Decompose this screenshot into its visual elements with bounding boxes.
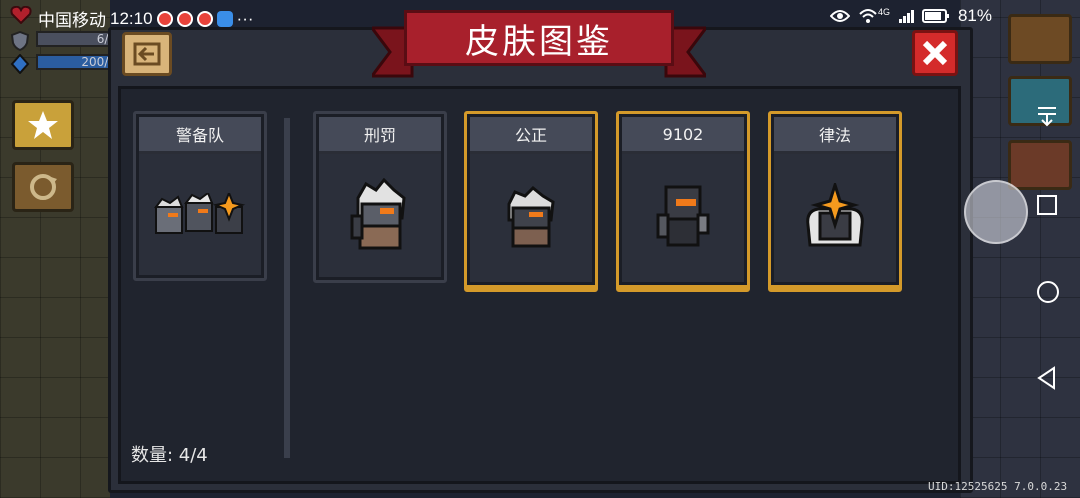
weibo-icon (156, 10, 173, 27)
group-characters-sprite (154, 192, 246, 234)
weibo-icon (196, 10, 213, 27)
skin-gongzheng-sprite (507, 186, 555, 248)
status-bar: 中国移动 12:10 ··· 4G 81% (0, 0, 1080, 32)
back-icon (133, 42, 161, 66)
skin-card-label: 律法 (774, 117, 896, 154)
clock: 12:10 (110, 8, 153, 28)
skin-card-label: 9102 (622, 117, 744, 154)
signal-icon (898, 10, 914, 23)
nav-download-icon[interactable] (1036, 105, 1058, 127)
skin-9102-sprite (656, 185, 710, 247)
skin-card-label: 公正 (470, 117, 592, 154)
skin-group-preview (139, 154, 261, 275)
shield-icon (10, 31, 30, 51)
skin-card-preview (774, 154, 896, 282)
game-background-left (0, 0, 110, 498)
carrier-label: 中国移动 (38, 11, 106, 30)
nav-circle-icon[interactable] (1036, 280, 1060, 304)
more-notifications: ··· (236, 8, 254, 28)
skin-card-preview (622, 154, 744, 282)
nav-square-icon[interactable] (1036, 194, 1058, 216)
energy-icon (10, 54, 30, 74)
nav-triangle-icon[interactable] (1036, 366, 1058, 390)
back-button[interactable] (122, 32, 172, 76)
skin-card-label: 刑罚 (319, 117, 441, 154)
skin-lvfa-sprite (806, 183, 864, 247)
eye-icon (829, 10, 850, 22)
column-divider (284, 118, 290, 458)
skin-card-preview (319, 154, 441, 277)
collection-count: 数量: 4/4 (131, 445, 208, 466)
battery-icon (921, 9, 949, 23)
security-icon (216, 10, 233, 27)
swap-weapon-button[interactable] (12, 162, 74, 212)
star-icon (28, 111, 58, 139)
skin-card-xingfa[interactable]: 刑罚 (313, 111, 447, 283)
skin-group-label: 警备队 (139, 117, 261, 154)
wifi-icon (859, 9, 877, 23)
skin-xingfa-sprite (350, 177, 406, 249)
skin-card-preview (470, 154, 592, 282)
navigation-bar (1018, 0, 1080, 498)
skin-card-lvfa[interactable]: 律法 (768, 111, 902, 292)
skin-group-card[interactable]: 警备队 (133, 111, 267, 281)
swap-icon (30, 174, 57, 200)
network-type: 4G (877, 7, 890, 17)
close-icon (922, 40, 948, 66)
skin-card-gongzheng[interactable]: 公正 (464, 111, 598, 292)
close-button[interactable] (912, 30, 958, 76)
battery-level: 81% (957, 6, 992, 25)
skin-card-9102[interactable]: 9102 (616, 111, 750, 292)
weibo-icon (176, 10, 193, 27)
skill-button[interactable] (12, 100, 74, 150)
